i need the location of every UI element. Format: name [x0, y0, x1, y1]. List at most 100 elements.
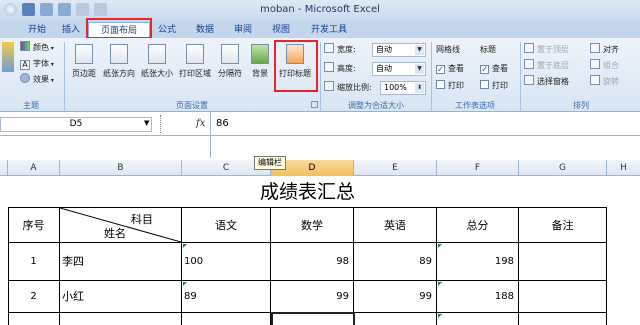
error-indicator	[183, 282, 187, 286]
checkmark-icon: ✓	[436, 65, 445, 74]
headings-view-checkbox[interactable]: ✓ 查看	[480, 62, 508, 76]
bring-to-front-button[interactable]: 置于顶层	[524, 43, 569, 57]
tab-data[interactable]: 数据	[190, 22, 220, 38]
gridlines-label: 网格线	[436, 45, 460, 54]
group-label-sheet-options: 工作表选项	[455, 101, 495, 110]
header-cell-total[interactable]: 总分	[437, 208, 519, 243]
align-icon	[590, 43, 600, 53]
table-cell[interactable]	[182, 313, 271, 325]
error-indicator	[438, 244, 442, 248]
table-cell[interactable]	[354, 313, 437, 325]
splitter-handle[interactable]	[160, 115, 162, 133]
select-all-corner[interactable]	[0, 160, 8, 176]
table-cell-no[interactable]: 2	[8, 281, 60, 313]
theme-colors-button[interactable]: 颜色 ▾	[20, 41, 54, 55]
group-button[interactable]: 组合	[590, 59, 619, 73]
column-header-b[interactable]: B	[60, 160, 182, 176]
tab-insert[interactable]: 插入	[56, 22, 86, 38]
tab-review[interactable]: 审阅	[228, 22, 258, 38]
size-button[interactable]: 纸张大小	[138, 42, 176, 88]
breaks-button[interactable]: 分隔符	[214, 42, 246, 88]
themes-icon[interactable]	[2, 42, 14, 72]
table-cell-total[interactable]: 188	[437, 281, 519, 313]
table-cell[interactable]	[519, 313, 607, 325]
header-cell-english[interactable]: 英语	[354, 208, 437, 243]
header-cell-diagonal[interactable]: 科目 姓名	[60, 208, 182, 243]
scale-icon	[324, 81, 334, 91]
header-cell-no[interactable]: 序号	[8, 208, 60, 243]
scale-spinner[interactable]: 100% ⬍	[380, 81, 426, 95]
rotate-icon	[590, 75, 600, 85]
column-header-h[interactable]: H	[607, 160, 640, 176]
table-cell-english[interactable]: 99	[354, 281, 437, 313]
margins-button[interactable]: 页边距	[68, 42, 100, 88]
print-titles-highlight	[274, 40, 318, 92]
spinner-icon: ⬍	[415, 83, 424, 93]
table-cell-chinese[interactable]: 100	[182, 243, 271, 281]
table-cell[interactable]	[60, 313, 182, 325]
tab-home[interactable]: 开始	[20, 22, 54, 38]
table-cell-total[interactable]: 198	[437, 243, 519, 281]
column-header-a[interactable]: A	[8, 160, 60, 176]
height-icon	[324, 62, 334, 72]
selection-pane-button[interactable]: 选择窗格	[524, 75, 569, 89]
table-cell-no[interactable]: 1	[8, 243, 60, 281]
height-label: 高度:	[324, 62, 356, 76]
width-select[interactable]: 自动 ▼	[372, 43, 426, 57]
background-button[interactable]: 背景	[246, 42, 274, 88]
tab-developer[interactable]: 开发工具	[304, 22, 354, 38]
table-cell-math[interactable]: 99	[271, 281, 354, 313]
table-cell-english[interactable]: 89	[354, 243, 437, 281]
header-cell-math[interactable]: 数学	[271, 208, 354, 243]
header-cell-chinese[interactable]: 语文	[182, 208, 271, 243]
margins-icon	[75, 44, 93, 64]
print-area-button[interactable]: 打印区域	[176, 42, 214, 88]
column-header-f[interactable]: F	[437, 160, 519, 176]
fx-icon[interactable]: fx	[196, 118, 205, 129]
orientation-button[interactable]: 纸张方向	[100, 42, 138, 88]
theme-fonts-button[interactable]: A 字体 ▾	[20, 57, 54, 71]
height-select[interactable]: 自动 ▼	[372, 62, 426, 76]
chevron-down-icon: ▼	[415, 64, 424, 74]
page-setup-launcher-icon[interactable]	[311, 101, 318, 108]
send-to-back-button[interactable]: 置于底层	[524, 59, 569, 73]
send-back-icon	[524, 59, 534, 69]
group-icon	[590, 59, 600, 69]
column-header-g[interactable]: G	[519, 160, 607, 176]
table-cell-math[interactable]: 98	[271, 243, 354, 281]
error-indicator	[183, 244, 187, 248]
size-icon	[148, 44, 166, 64]
chevron-down-icon: ▼	[415, 45, 424, 55]
checkmark-icon: ✓	[480, 65, 489, 74]
gridlines-print-checkbox[interactable]: 打印	[436, 79, 464, 93]
table-cell-name[interactable]: 李四	[60, 243, 182, 281]
orientation-icon	[110, 44, 128, 64]
group-label-scale: 调整为合适大小	[348, 101, 404, 110]
diagonal-bottom-label: 姓名	[104, 227, 126, 240]
headings-label: 标题	[480, 45, 496, 54]
table-cell-note[interactable]	[519, 281, 607, 313]
breaks-icon	[221, 44, 239, 64]
effects-icon	[20, 73, 30, 83]
window-title: moban - Microsoft Excel	[260, 4, 380, 15]
name-box[interactable]: D5	[0, 117, 152, 132]
headings-print-checkbox[interactable]: 打印	[480, 79, 508, 93]
chevron-down-icon[interactable]: ▼	[144, 119, 149, 127]
align-button[interactable]: 对齐	[590, 43, 619, 57]
width-label: 宽度:	[324, 43, 356, 57]
table-cell[interactable]	[437, 313, 519, 325]
column-header-e[interactable]: E	[354, 160, 437, 176]
fonts-icon: A	[20, 60, 30, 70]
table-cell[interactable]	[8, 313, 60, 325]
formula-input[interactable]: 86	[216, 118, 229, 129]
table-cell-name[interactable]: 小红	[60, 281, 182, 313]
tab-view[interactable]: 视图	[266, 22, 296, 38]
rotate-button[interactable]: 旋转	[590, 75, 619, 89]
tab-formulas[interactable]: 公式	[152, 22, 182, 38]
sheet-title[interactable]: 成绩表汇总	[8, 176, 607, 208]
header-cell-note[interactable]: 备注	[519, 208, 607, 243]
table-cell-note[interactable]	[519, 243, 607, 281]
table-cell-chinese[interactable]: 89	[182, 281, 271, 313]
theme-effects-button[interactable]: 效果 ▾	[20, 73, 54, 87]
gridlines-view-checkbox[interactable]: ✓ 查看	[436, 62, 464, 76]
